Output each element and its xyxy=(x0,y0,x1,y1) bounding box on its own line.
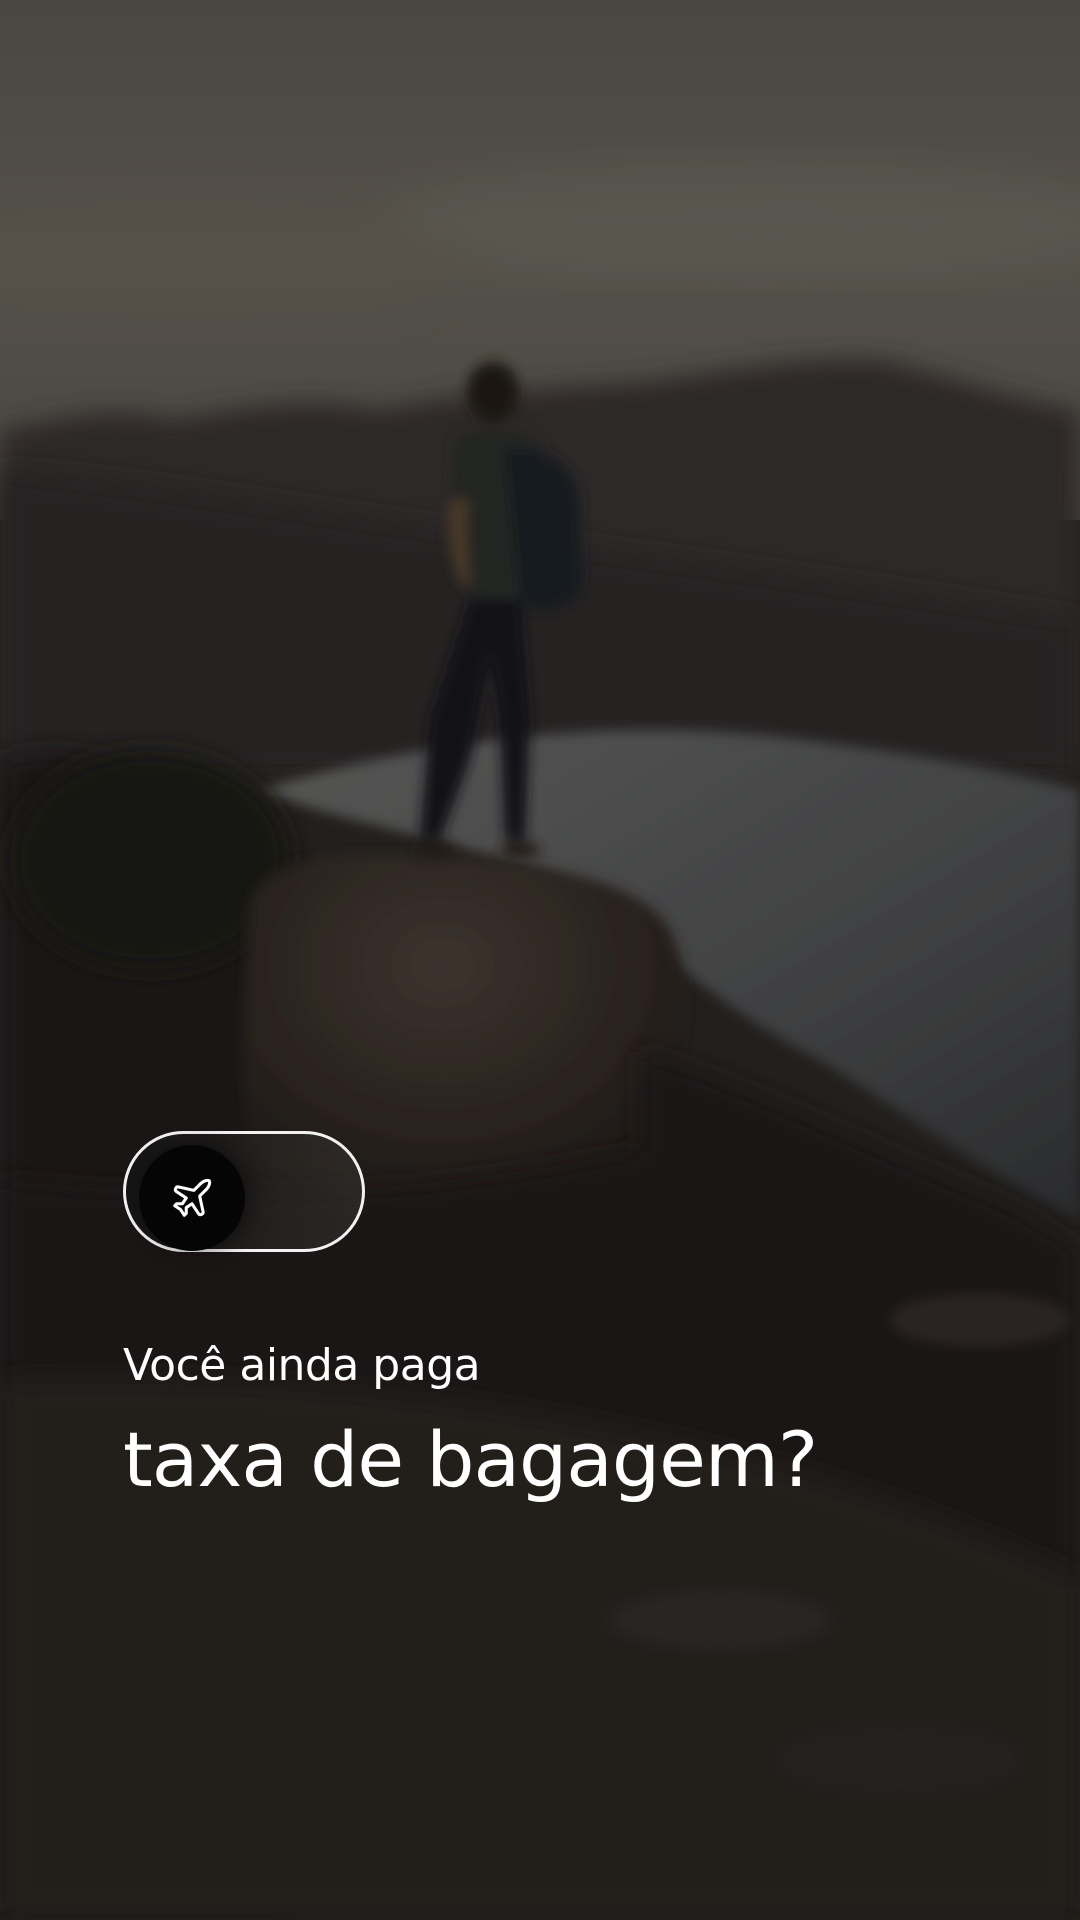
airplane-toggle[interactable] xyxy=(123,1131,365,1252)
background-dim-overlay xyxy=(0,0,1080,1920)
headline: Você ainda paga taxa de bagagem? xyxy=(123,1338,818,1504)
headline-line1: Você ainda paga xyxy=(123,1340,481,1391)
toggle-knob[interactable] xyxy=(139,1145,245,1251)
airplane-icon xyxy=(169,1175,215,1221)
headline-line2: taxa de bagagem? xyxy=(123,1415,818,1504)
